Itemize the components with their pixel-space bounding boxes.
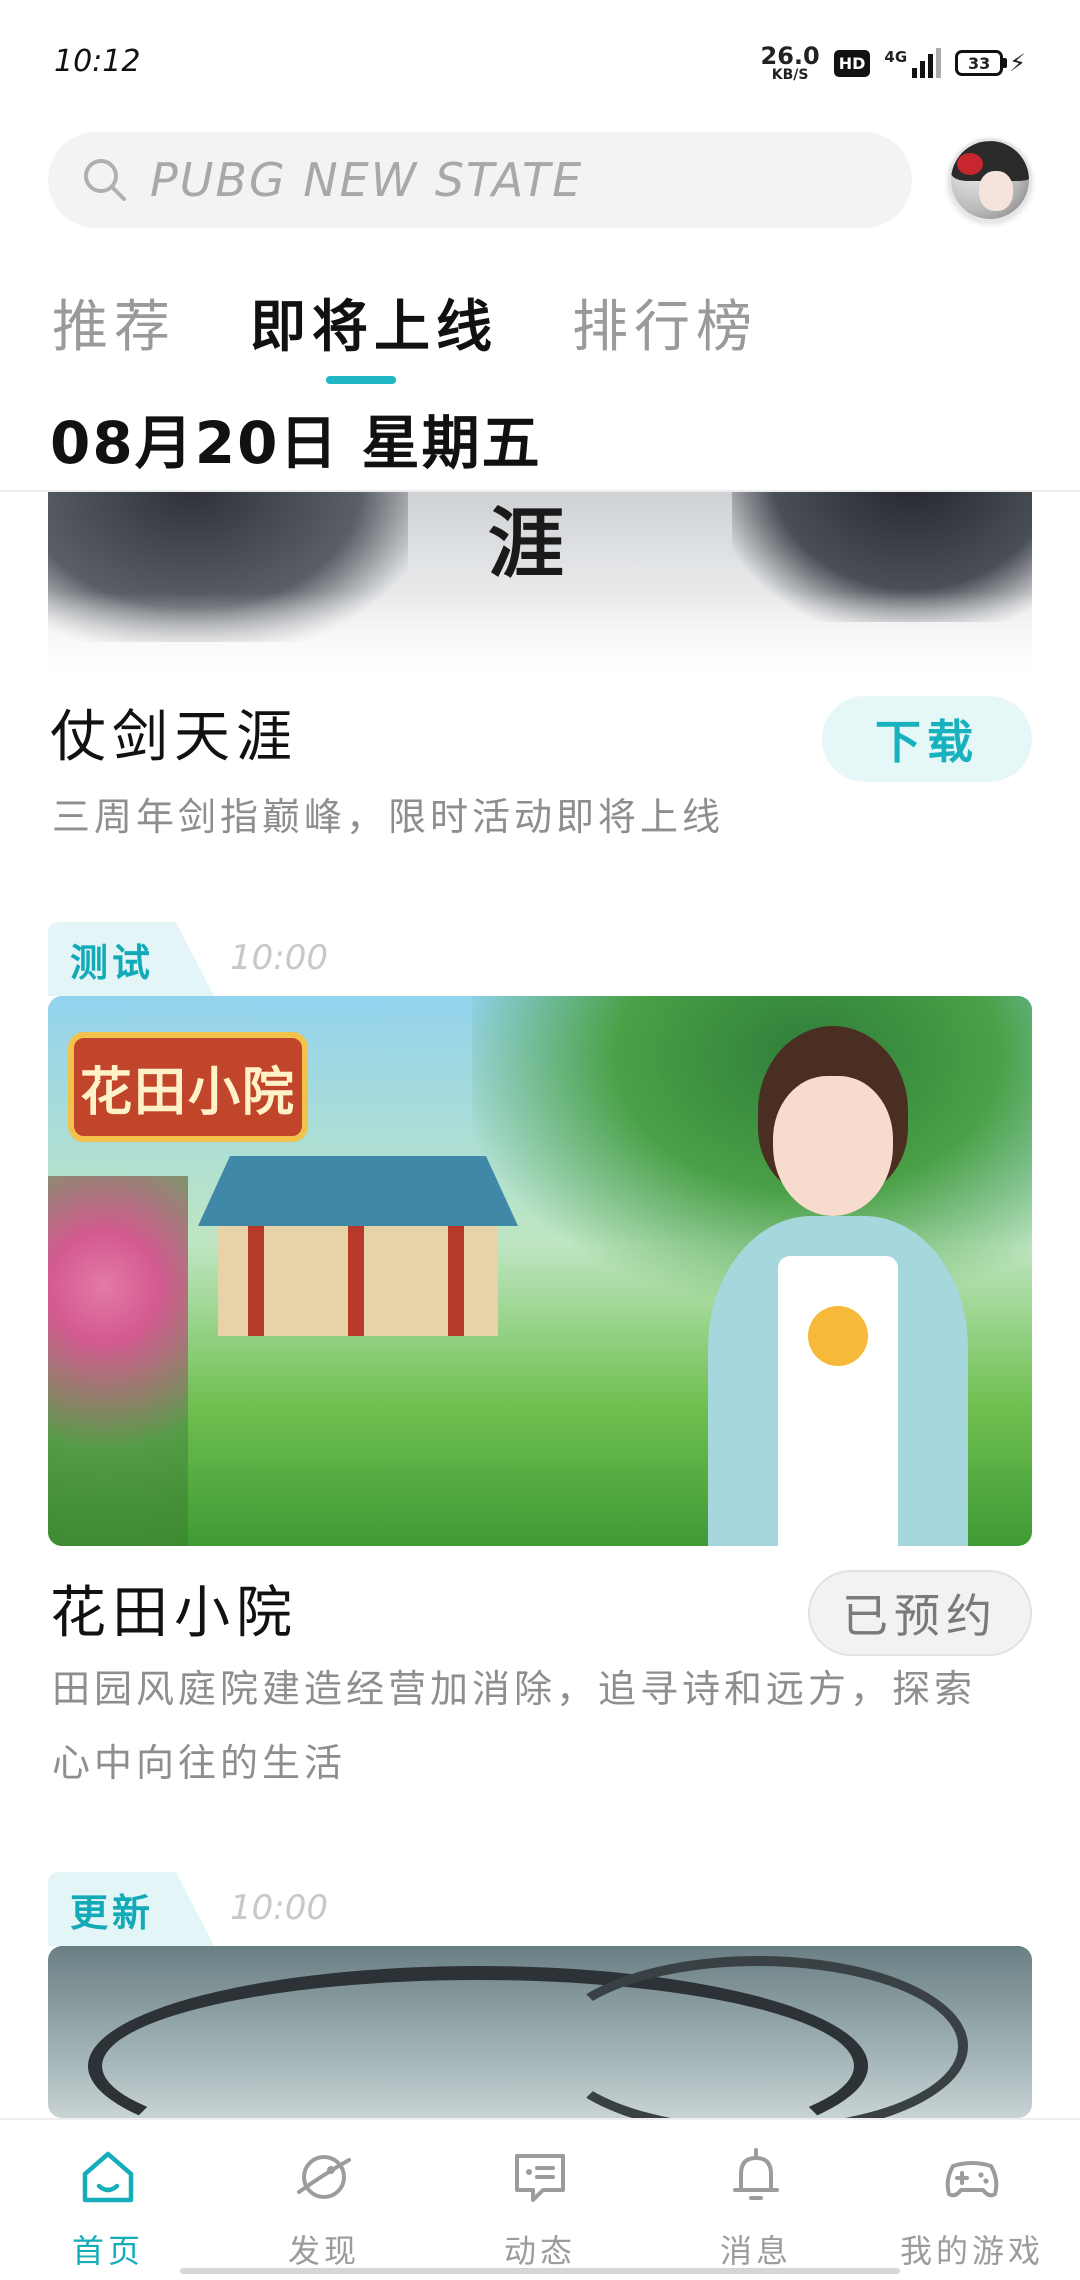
reserved-button[interactable]: 已预约 (808, 1570, 1032, 1656)
nav-label: 我的游戏 (899, 2232, 1044, 2270)
nav-label: 发现 (287, 2232, 360, 2270)
tab-ranking[interactable]: 排行榜 (572, 282, 758, 363)
status-time: 10:12 (54, 44, 141, 79)
charging-icon: ⚡ (1009, 49, 1026, 77)
nav-label: 首页 (71, 2232, 144, 2270)
hd-badge: HD (833, 49, 871, 77)
status-icons: 26.0 KB/S HD 4G 33 ⚡ (761, 44, 1027, 82)
update-tag: 更新 (48, 1872, 214, 1946)
nav-label: 动态 (503, 2232, 576, 2270)
release-time: 10:00 (230, 938, 328, 978)
bottom-nav: 首页 发现 动态 消息 我的游戏 (0, 2118, 1080, 2280)
network-speed: 26.0 KB/S (761, 44, 820, 82)
game-banner-huatian[interactable]: 花田小院 (48, 996, 1032, 1546)
search-bar[interactable]: PUBG NEW STATE (48, 132, 912, 228)
game-description: 田园风庭院建造经营加消除，追寻诗和远方，探索心中向往的生活 (52, 1667, 977, 1785)
gesture-bar[interactable] (180, 2268, 900, 2274)
tab-coming-soon[interactable]: 即将上线 (250, 282, 498, 363)
nav-my-games[interactable]: 我的游戏 (864, 2120, 1080, 2280)
game-description: 三周年剑指巅峰，限时活动即将上线 (52, 795, 725, 839)
search-icon (84, 159, 126, 201)
battery-level: 33 (955, 50, 1004, 76)
download-button[interactable]: 下载 (822, 696, 1032, 782)
nav-feed[interactable]: 动态 (432, 2120, 648, 2280)
home-icon (82, 2151, 134, 2203)
planet-icon (297, 2155, 351, 2199)
game-feed[interactable]: 涯 仗剑天涯 下载 三周年剑指巅峰，限时活动即将上线 测试 10:00 花田小院… (0, 492, 1080, 2118)
network-type: 4G (884, 48, 908, 66)
signal-icon: 4G (884, 48, 942, 78)
release-time: 10:00 (230, 1888, 328, 1928)
search-input[interactable]: PUBG NEW STATE (150, 153, 583, 207)
tab-bar: 推荐 即将上线 排行榜 (52, 282, 758, 363)
banner-calligraphy: 涯 (488, 499, 564, 588)
battery-icon: 33 ⚡ (955, 49, 1026, 77)
nav-discover[interactable]: 发现 (216, 2120, 432, 2280)
network-speed-value: 26.0 (760, 42, 820, 70)
network-speed-unit: KB/S (771, 67, 809, 83)
nav-label: 消息 (719, 2232, 792, 2270)
bell-icon (733, 2148, 779, 2200)
tab-indicator (326, 376, 396, 384)
date-header: 08月20日 星期五 (50, 409, 542, 477)
nav-messages[interactable]: 消息 (648, 2120, 864, 2280)
game-title[interactable]: 仗剑天涯 (50, 692, 298, 773)
avatar[interactable] (948, 138, 1032, 222)
game-title[interactable]: 花田小院 (50, 1568, 298, 1649)
game-logo: 花田小院 (68, 1032, 308, 1142)
game-banner-zhangjian[interactable]: 涯 (48, 492, 1032, 672)
game-banner-dragon[interactable] (48, 1946, 1032, 2118)
character-illustration (668, 1026, 1008, 1546)
test-tag: 测试 (48, 922, 214, 996)
status-bar: 10:12 26.0 KB/S HD 4G 33 ⚡ (0, 0, 1080, 120)
chat-icon (515, 2154, 565, 2202)
nav-home[interactable]: 首页 (0, 2120, 216, 2280)
tab-recommend[interactable]: 推荐 (52, 282, 176, 363)
gamepad-icon (945, 2161, 999, 2198)
